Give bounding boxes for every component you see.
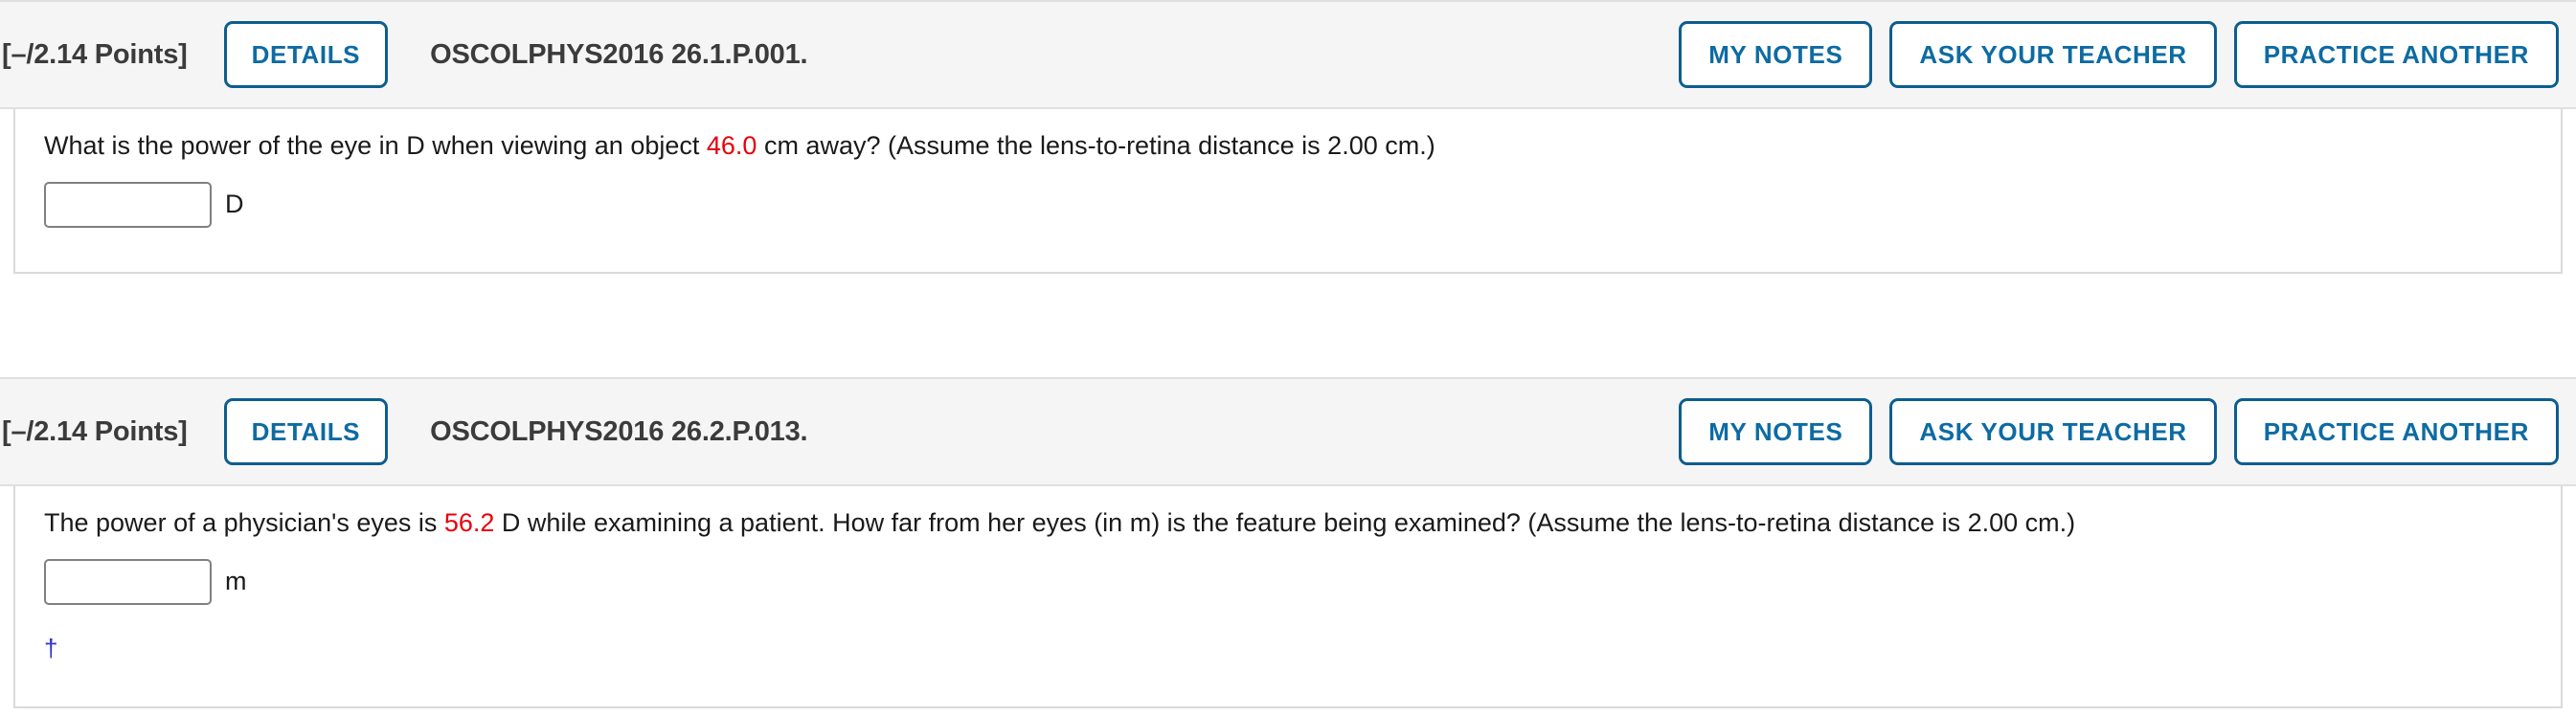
answer-input[interactable] — [44, 558, 212, 605]
question-card-1: [–/2.14 Points] DETAILS OSCOLPHYS2016 26… — [0, 0, 2576, 274]
ask-your-teacher-button[interactable]: ASK YOUR TEACHER — [1889, 398, 2217, 465]
points-label: [–/2.14 Points] — [2, 38, 188, 70]
answer-row: m — [44, 558, 2561, 605]
answer-input[interactable] — [44, 181, 212, 228]
header-actions: MY NOTES ASK YOUR TEACHER PRACTICE ANOTH… — [1679, 21, 2559, 88]
question-body-1: What is the power of the eye in D when v… — [13, 109, 2563, 274]
prompt-highlight-value: 46.0 — [706, 131, 757, 160]
answer-unit-label: m — [225, 567, 247, 596]
prompt-text-before: The power of a physician's eyes is — [44, 508, 444, 537]
prompt-text-before: What is the power of the eye in D when v… — [44, 131, 707, 160]
my-notes-button[interactable]: MY NOTES — [1679, 21, 1873, 88]
question-header-1: [–/2.14 Points] DETAILS OSCOLPHYS2016 26… — [0, 0, 2576, 109]
assignment-page: [–/2.14 Points] DETAILS OSCOLPHYS2016 26… — [0, 0, 2576, 716]
answer-row: D — [44, 181, 2561, 228]
question-prompt: What is the power of the eye in D when v… — [44, 130, 2561, 163]
prompt-text-after: cm away? (Assume the lens-to-retina dist… — [757, 131, 1435, 160]
my-notes-button[interactable]: MY NOTES — [1679, 398, 1873, 465]
question-prompt: The power of a physician's eyes is 56.2 … — [44, 507, 2561, 540]
question-card-2: [–/2.14 Points] DETAILS OSCOLPHYS2016 26… — [0, 377, 2576, 708]
assignment-id: OSCOLPHYS2016 26.1.P.001. — [430, 38, 808, 70]
question-header-2: [–/2.14 Points] DETAILS OSCOLPHYS2016 26… — [0, 377, 2576, 486]
answer-unit-label: D — [225, 190, 244, 219]
question-body-2: The power of a physician's eyes is 56.2 … — [13, 486, 2563, 708]
ask-your-teacher-button[interactable]: ASK YOUR TEACHER — [1889, 21, 2217, 88]
practice-another-button[interactable]: PRACTICE ANOTHER — [2233, 21, 2559, 88]
card-separator — [0, 274, 2576, 377]
prompt-highlight-value: 56.2 — [443, 508, 495, 537]
dagger-footnote-link[interactable]: † — [44, 634, 57, 663]
practice-another-button[interactable]: PRACTICE ANOTHER — [2233, 398, 2559, 465]
details-button[interactable]: DETAILS — [223, 21, 389, 88]
prompt-text-after: D while examining a patient. How far fro… — [494, 508, 2076, 537]
header-actions: MY NOTES ASK YOUR TEACHER PRACTICE ANOTH… — [1679, 398, 2559, 465]
details-button[interactable]: DETAILS — [223, 398, 389, 465]
points-label: [–/2.14 Points] — [2, 415, 188, 447]
assignment-id: OSCOLPHYS2016 26.2.P.013. — [430, 415, 808, 447]
